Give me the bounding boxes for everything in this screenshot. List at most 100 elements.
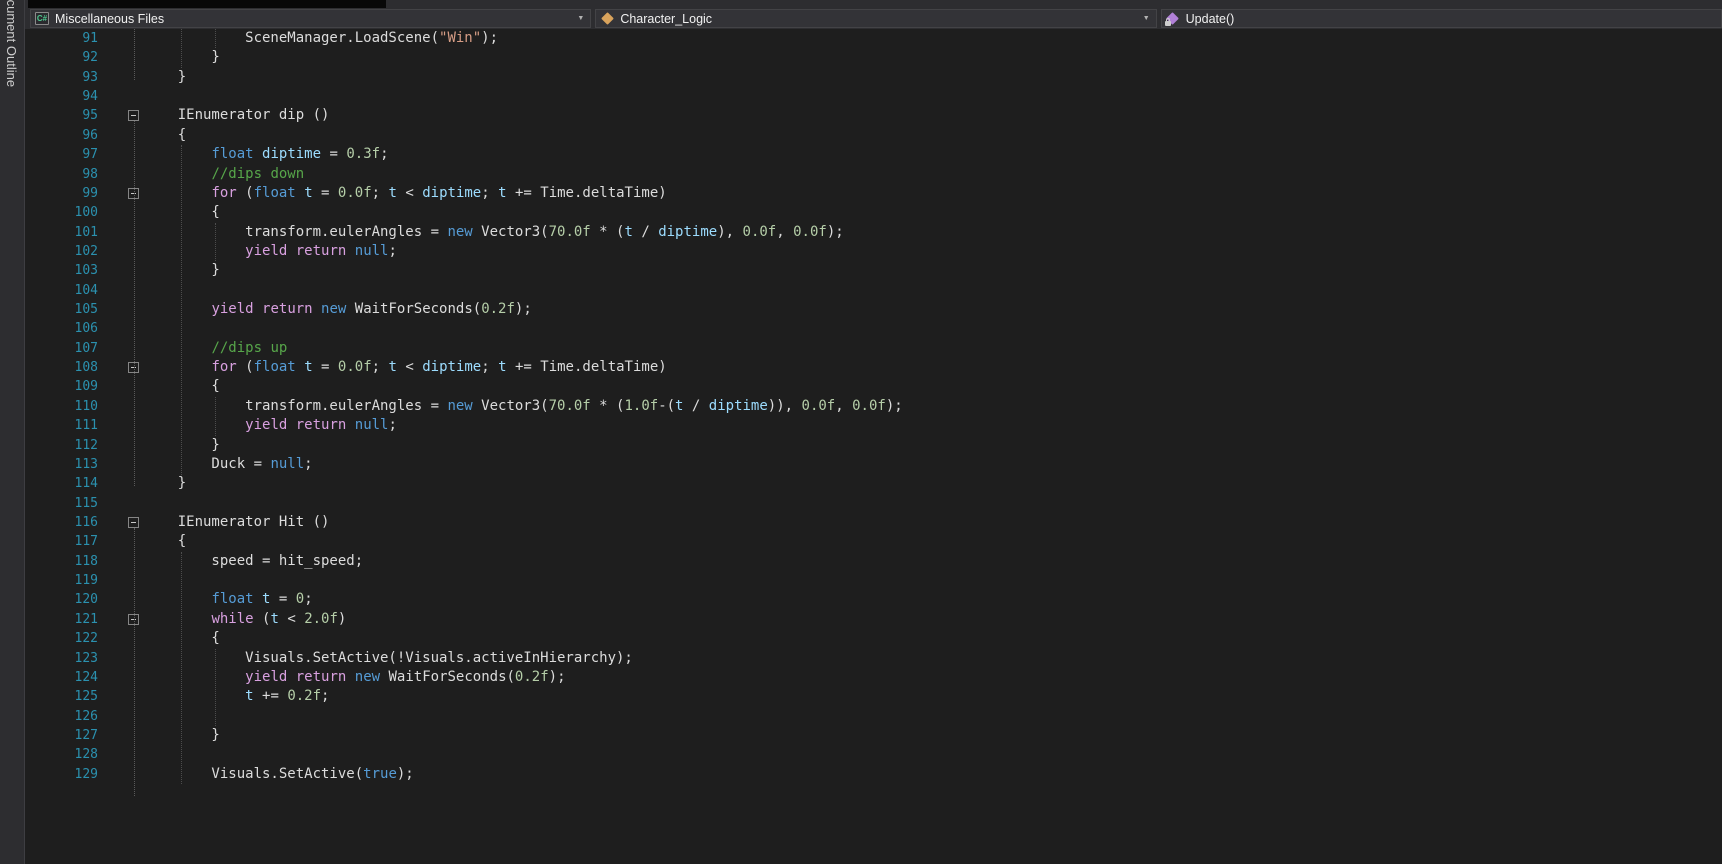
line-number: 105 xyxy=(24,300,98,319)
code-text[interactable]: float t = 0; xyxy=(144,590,1722,609)
line-number: 120 xyxy=(24,590,98,609)
chevron-down-icon[interactable]: ▼ xyxy=(577,15,584,22)
fold-margin xyxy=(98,281,144,300)
fold-margin xyxy=(98,126,144,145)
code-text[interactable]: yield return null; xyxy=(144,416,1722,435)
fold-margin xyxy=(98,707,144,726)
document-outline-tab[interactable]: Document Outline xyxy=(0,0,25,864)
line-number: 106 xyxy=(24,319,98,338)
code-line: 129 Visuals.SetActive(true); xyxy=(24,765,1722,784)
indent-guide xyxy=(181,29,182,68)
fold-toggle[interactable] xyxy=(128,110,139,121)
code-text[interactable]: } xyxy=(144,474,1722,493)
fold-margin xyxy=(98,455,144,474)
code-text[interactable]: { xyxy=(144,377,1722,396)
code-text[interactable]: transform.eulerAngles = new Vector3(70.0… xyxy=(144,397,1722,416)
line-number: 107 xyxy=(24,339,98,358)
fold-guide-line xyxy=(134,29,135,80)
code-text[interactable]: transform.eulerAngles = new Vector3(70.0… xyxy=(144,223,1722,242)
fold-margin xyxy=(98,649,144,668)
code-text[interactable]: //dips up xyxy=(144,339,1722,358)
member-dropdown-label: Update() xyxy=(1186,12,1235,26)
code-text[interactable]: yield return new WaitForSeconds(0.2f); xyxy=(144,300,1722,319)
code-line: 94 xyxy=(24,87,1722,106)
csharp-file-icon: C# xyxy=(34,11,50,27)
tab-remnant xyxy=(28,0,386,8)
code-line: 117 { xyxy=(24,532,1722,551)
code-line: 104 xyxy=(24,281,1722,300)
code-editor[interactable]: 91 SceneManager.LoadScene("Win");92 }93 … xyxy=(24,29,1722,864)
code-line: 96 { xyxy=(24,126,1722,145)
fold-margin xyxy=(98,242,144,261)
fold-margin xyxy=(98,29,144,48)
indent-guide xyxy=(181,552,182,784)
code-text[interactable]: yield return new WaitForSeconds(0.2f); xyxy=(144,668,1722,687)
code-text[interactable]: IEnumerator Hit () xyxy=(144,513,1722,532)
code-line: 102 yield return null; xyxy=(24,242,1722,261)
method-private-icon xyxy=(1165,11,1181,27)
code-line: 91 SceneManager.LoadScene("Win"); xyxy=(24,29,1722,48)
code-line: 111 yield return null; xyxy=(24,416,1722,435)
code-text[interactable] xyxy=(144,319,1722,338)
code-text[interactable] xyxy=(144,707,1722,726)
fold-margin xyxy=(98,261,144,280)
line-number: 111 xyxy=(24,416,98,435)
line-number: 129 xyxy=(24,765,98,784)
line-number: 126 xyxy=(24,707,98,726)
code-text[interactable]: t += 0.2f; xyxy=(144,687,1722,706)
line-number: 116 xyxy=(24,513,98,532)
fold-margin xyxy=(98,726,144,745)
code-text[interactable]: Duck = null; xyxy=(144,455,1722,474)
code-line: 115 xyxy=(24,494,1722,513)
fold-margin xyxy=(98,474,144,493)
top-strip xyxy=(24,0,1722,8)
code-text[interactable]: } xyxy=(144,48,1722,67)
code-text[interactable]: } xyxy=(144,726,1722,745)
member-dropdown[interactable]: Update() xyxy=(1161,9,1722,28)
fold-margin xyxy=(98,203,144,222)
code-text[interactable]: for (float t = 0.0f; t < diptime; t += T… xyxy=(144,358,1722,377)
fold-toggle[interactable] xyxy=(128,517,139,528)
code-text[interactable] xyxy=(144,745,1722,764)
indent-guide xyxy=(215,649,216,726)
code-text[interactable] xyxy=(144,87,1722,106)
code-text[interactable]: yield return null; xyxy=(144,242,1722,261)
project-dropdown-label: Miscellaneous Files xyxy=(55,12,164,26)
code-text[interactable]: { xyxy=(144,203,1722,222)
indent-guide xyxy=(215,397,216,436)
fold-margin xyxy=(98,106,144,125)
code-text[interactable]: //dips down xyxy=(144,165,1722,184)
code-text[interactable]: { xyxy=(144,629,1722,648)
code-text[interactable]: Visuals.SetActive(!Visuals.activeInHiera… xyxy=(144,649,1722,668)
class-icon xyxy=(599,11,615,27)
code-line: 97 float diptime = 0.3f; xyxy=(24,145,1722,164)
code-text[interactable]: } xyxy=(144,261,1722,280)
code-line: 100 { xyxy=(24,203,1722,222)
code-line: 92 } xyxy=(24,48,1722,67)
chevron-down-icon[interactable]: ▼ xyxy=(1143,15,1150,22)
code-text[interactable] xyxy=(144,281,1722,300)
code-text[interactable]: } xyxy=(144,68,1722,87)
type-dropdown[interactable]: Character_Logic ▼ xyxy=(595,9,1156,28)
code-text[interactable]: speed = hit_speed; xyxy=(144,552,1722,571)
code-line: 110 transform.eulerAngles = new Vector3(… xyxy=(24,397,1722,416)
code-text[interactable]: } xyxy=(144,436,1722,455)
line-number: 115 xyxy=(24,494,98,513)
code-text[interactable]: IEnumerator dip () xyxy=(144,106,1722,125)
fold-margin xyxy=(98,339,144,358)
code-text[interactable] xyxy=(144,571,1722,590)
code-text[interactable]: SceneManager.LoadScene("Win"); xyxy=(144,29,1722,48)
code-text[interactable]: { xyxy=(144,126,1722,145)
fold-margin xyxy=(98,184,144,203)
code-text[interactable]: for (float t = 0.0f; t < diptime; t += T… xyxy=(144,184,1722,203)
fold-guide-line xyxy=(134,528,135,796)
code-text[interactable]: float diptime = 0.3f; xyxy=(144,145,1722,164)
project-dropdown[interactable]: C# Miscellaneous Files ▼ xyxy=(30,9,591,28)
line-number: 128 xyxy=(24,745,98,764)
line-number: 99 xyxy=(24,184,98,203)
code-text[interactable]: while (t < 2.0f) xyxy=(144,610,1722,629)
fold-margin xyxy=(98,223,144,242)
code-text[interactable]: Visuals.SetActive(true); xyxy=(144,765,1722,784)
code-text[interactable] xyxy=(144,494,1722,513)
code-text[interactable]: { xyxy=(144,532,1722,551)
